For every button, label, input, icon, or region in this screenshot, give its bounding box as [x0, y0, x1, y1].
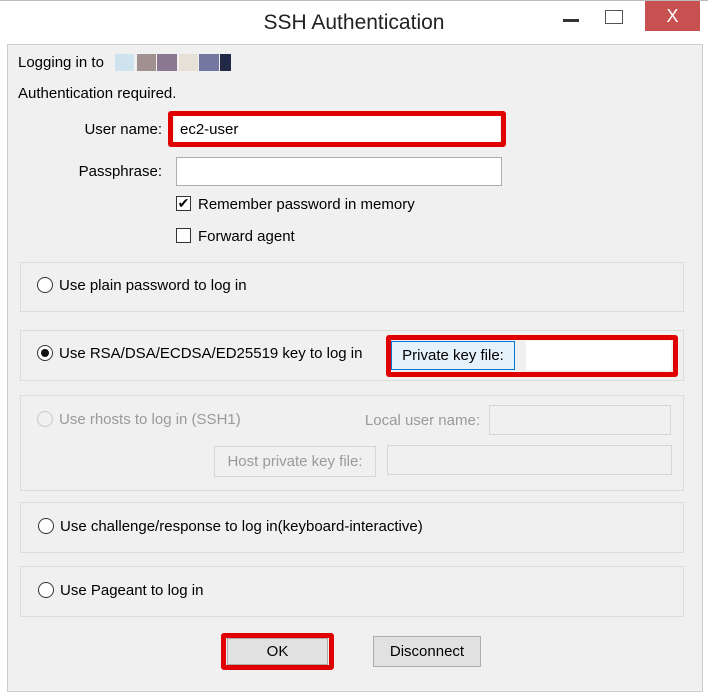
key-auth-radio[interactable]	[37, 345, 53, 361]
host-swatch	[199, 54, 219, 71]
host-private-key-input	[387, 445, 672, 475]
auth-status: Authentication required.	[18, 85, 177, 102]
disconnect-button[interactable]: Disconnect	[373, 636, 481, 667]
passphrase-input[interactable]	[176, 157, 502, 186]
challenge-label: Use challenge/response to log in(keyboar…	[60, 518, 423, 535]
private-key-file-button[interactable]: Private key file:	[391, 341, 515, 370]
host-swatch	[179, 54, 198, 71]
ok-button[interactable]: OK	[227, 638, 328, 665]
host-swatch	[115, 54, 134, 71]
host-swatch	[220, 54, 231, 71]
local-user-input	[489, 405, 671, 435]
username-label: User name:	[84, 121, 162, 138]
host-private-key-button: Host private key file:	[214, 446, 376, 477]
forward-agent-checkbox[interactable]	[176, 228, 191, 243]
minimize-button[interactable]	[563, 19, 579, 22]
pageant-label: Use Pageant to log in	[60, 582, 204, 599]
username-input[interactable]	[174, 116, 500, 142]
rhosts-radio	[37, 411, 53, 427]
remember-password-label: Remember password in memory	[198, 196, 415, 213]
rhosts-label: Use rhosts to log in (SSH1)	[59, 411, 241, 428]
local-user-label: Local user name:	[364, 412, 480, 429]
close-button[interactable]: X	[645, 1, 700, 31]
remember-password-checkbox[interactable]: ✔	[176, 196, 191, 211]
forward-agent-label: Forward agent	[198, 228, 295, 245]
window-title: SSH Authentication	[263, 11, 445, 34]
logging-in-label: Logging in to	[18, 54, 104, 71]
challenge-radio[interactable]	[38, 518, 54, 534]
pageant-radio[interactable]	[38, 582, 54, 598]
host-swatch	[157, 54, 177, 71]
plain-password-radio[interactable]	[37, 277, 53, 293]
maximize-button[interactable]	[605, 10, 623, 24]
key-auth-label: Use RSA/DSA/ECDSA/ED25519 key to log in	[59, 345, 363, 362]
private-key-file-input[interactable]	[526, 341, 671, 370]
plain-password-label: Use plain password to log in	[59, 277, 247, 294]
passphrase-label: Passphrase:	[78, 163, 162, 180]
title-bar: SSH Authentication X	[0, 0, 708, 45]
checkmark-icon: ✔	[177, 195, 190, 211]
host-swatch	[137, 54, 156, 71]
